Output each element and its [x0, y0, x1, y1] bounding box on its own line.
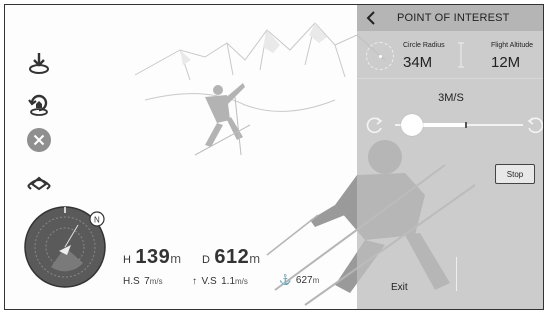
return-home-icon	[28, 94, 48, 116]
back-button[interactable]	[357, 5, 385, 31]
poi-panel: POINT OF INTEREST Circle Radius 34M Flig…	[357, 5, 543, 309]
height-unit: m	[170, 251, 182, 266]
panel-header: POINT OF INTEREST	[357, 5, 543, 31]
home-distance-readout: ⚓ 627m	[279, 270, 319, 288]
stop-button[interactable]: Stop	[495, 164, 535, 184]
slider-thumb[interactable]	[401, 114, 423, 136]
panel-title: POINT OF INTEREST	[397, 12, 510, 24]
vs-label: V.S	[201, 276, 217, 287]
vs-value: 1.1	[221, 276, 236, 287]
intelligent-flight-button[interactable]	[25, 169, 53, 197]
up-arrow-icon: ↑	[192, 276, 197, 287]
divider	[456, 257, 457, 291]
vertical-speed-readout: ↑ V.S 1.1m/s	[192, 271, 248, 289]
hs-unit: m/s	[149, 277, 163, 286]
circle-radius-value[interactable]: 34M	[403, 54, 432, 71]
home-distance-unit: m	[312, 276, 320, 285]
home-distance-value: 627	[295, 275, 313, 286]
speed-slider[interactable]	[365, 111, 543, 139]
vs-unit: m/s	[235, 277, 248, 286]
speed-label: 3M/S	[438, 92, 464, 104]
height-readout: H 139m	[123, 246, 181, 269]
poi-settings-row: Circle Radius 34M Flight Altitude 12M	[357, 31, 543, 79]
radar-compass: N	[24, 206, 106, 288]
intelligent-flight-icon	[27, 176, 51, 191]
distance-value: 612	[214, 246, 250, 268]
height-value: 139	[135, 246, 171, 268]
takeoff-icon	[29, 53, 49, 74]
flight-altitude-icon	[458, 42, 464, 68]
circle-radius-label: Circle Radius	[403, 42, 445, 49]
height-label: H	[123, 254, 131, 266]
close-icon	[27, 128, 51, 152]
distance-unit: m	[249, 251, 261, 266]
takeoff-button[interactable]	[25, 49, 53, 77]
chevron-left-icon	[366, 11, 375, 25]
horizontal-speed-readout: H.S 7m/s	[123, 271, 163, 289]
slider-tick	[465, 122, 467, 128]
north-label: N	[94, 216, 100, 225]
exit-button[interactable]: Exit	[391, 282, 408, 293]
distance-label: D	[202, 254, 210, 266]
app-screen: N H 139m D 612m H.S 7m/s ↑ V.S 1.1m/s ⚓ …	[4, 4, 544, 310]
home-point-icon: ⚓	[279, 275, 292, 286]
distance-readout: D 612m	[202, 246, 260, 269]
mountain-sketch	[134, 22, 386, 112]
mountain-snow	[180, 23, 327, 65]
rotate-clockwise-icon[interactable]	[525, 115, 544, 135]
return-home-button[interactable]	[25, 90, 53, 118]
flight-altitude-value[interactable]: 12M	[491, 54, 520, 71]
circle-radius-icon	[366, 42, 394, 70]
rotate-counterclockwise-icon[interactable]	[365, 115, 385, 135]
cancel-button[interactable]	[25, 126, 53, 154]
flight-altitude-label: Flight Altitude	[491, 42, 534, 49]
hs-label: H.S	[123, 276, 140, 287]
